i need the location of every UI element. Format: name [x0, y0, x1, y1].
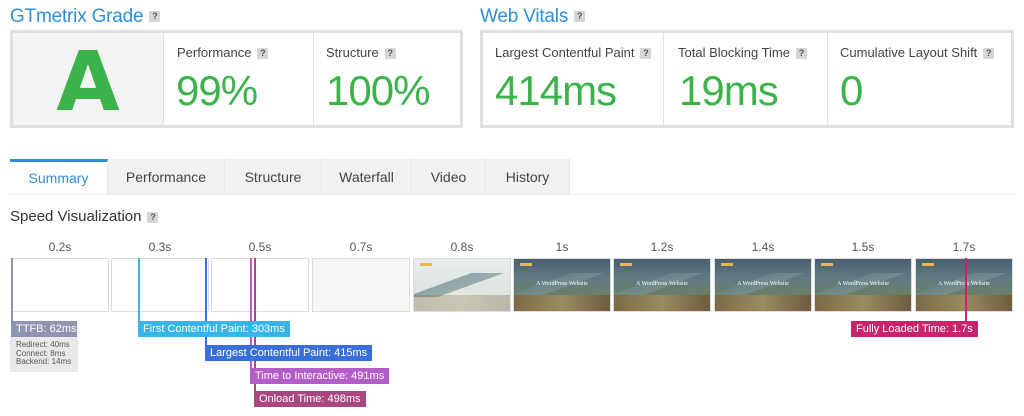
fully-loaded-marker: Fully Loaded Time: 1.7s: [851, 321, 978, 337]
onload-marker: Onload Time: 498ms: [254, 391, 366, 407]
structure-label: Structure?: [326, 45, 396, 60]
performance-label: Performance?: [177, 45, 269, 60]
logo-badge: [420, 263, 432, 266]
lcp-label-text: Largest Contentful Paint: [495, 45, 635, 60]
web-vitals-title-text: Web Vitals: [480, 6, 569, 27]
performance-label-text: Performance: [177, 45, 252, 60]
backend-time: Backend: 14ms: [16, 357, 72, 366]
cls-value: 0: [840, 67, 863, 114]
ttfb-line: [11, 258, 13, 321]
tab-performance[interactable]: Performance: [108, 159, 225, 194]
help-icon[interactable]: ?: [149, 11, 161, 23]
web-vitals-panel: Largest Contentful Paint? 414ms Total Bl…: [480, 30, 1014, 128]
filmstrip-frame[interactable]: A WordPress Website: [613, 258, 711, 312]
tbt-label-text: Total Blocking Time: [678, 45, 790, 60]
tbt-value: 19ms: [679, 67, 779, 114]
tab-video[interactable]: Video: [412, 159, 486, 194]
time-label: 0.8s: [450, 240, 474, 254]
frame-headline: A WordPress Website: [536, 281, 588, 287]
help-icon[interactable]: ?: [640, 48, 652, 60]
frame-headline: A WordPress Website: [938, 281, 990, 287]
frame-headline: A WordPress Website: [636, 281, 688, 287]
filmstrip-frame[interactable]: [111, 258, 209, 312]
help-icon[interactable]: ?: [384, 48, 396, 60]
time-label: 1s: [555, 240, 569, 254]
structure-label-text: Structure: [326, 45, 379, 60]
frame-headline: A WordPress Website: [837, 281, 889, 287]
grade-letter: A: [56, 35, 120, 130]
logo-badge: [821, 263, 833, 266]
tab-structure[interactable]: Structure: [225, 159, 322, 194]
tab-waterfall[interactable]: Waterfall: [322, 159, 412, 194]
lcp-marker: Largest Contentful Paint: 415ms: [205, 345, 373, 361]
lcp-label: Largest Contentful Paint?: [495, 45, 652, 60]
cls-label-text: Cumulative Layout Shift: [840, 45, 978, 60]
web-vitals-title: Web Vitals?: [480, 6, 586, 28]
logo-badge: [520, 263, 532, 266]
fully-loaded-line: [965, 258, 967, 321]
grade-letter-cell: A: [13, 33, 163, 130]
ttfb-details: Redirect: 40ms Connect: 8ms Backend: 14m…: [10, 337, 78, 372]
filmstrip-frame[interactable]: A WordPress Website: [714, 258, 812, 312]
cls-label: Cumulative Layout Shift?: [840, 45, 995, 60]
speed-visualization-title-text: Speed Visualization: [10, 208, 142, 225]
performance-value: 99%: [176, 67, 258, 114]
tab-history[interactable]: History: [486, 159, 570, 194]
fcp-marker: First Contentful Paint: 303ms: [138, 321, 290, 337]
time-label: 1.2s: [650, 240, 674, 254]
filmstrip-frame[interactable]: A WordPress Website: [915, 258, 1013, 312]
frame-headline: A WordPress Website: [737, 281, 789, 287]
logo-badge: [922, 263, 934, 266]
lcp-value: 414ms: [495, 67, 617, 114]
filmstrip-frame[interactable]: [11, 258, 109, 312]
time-label: 0.7s: [349, 240, 373, 254]
time-label: 1.5s: [851, 240, 875, 254]
time-label: 1.4s: [751, 240, 775, 254]
fcp-line: [138, 258, 140, 321]
structure-value: 100%: [326, 67, 430, 114]
gtmetrix-grade-title: GTmetrix Grade?: [10, 6, 161, 28]
filmstrip-frame[interactable]: [413, 258, 511, 312]
logo-badge: [620, 263, 632, 266]
time-label: 0.5s: [248, 240, 272, 254]
grade-panel: A Performance? 99% Structure? 100%: [10, 30, 463, 130]
ttfb-marker: TTFB: 62ms: [11, 321, 77, 337]
help-icon[interactable]: ?: [147, 211, 159, 223]
filmstrip-frame[interactable]: [312, 258, 410, 312]
speed-visualization-title: Speed Visualization?: [10, 208, 159, 225]
help-icon[interactable]: ?: [796, 48, 807, 60]
time-label: 0.2s: [48, 240, 72, 254]
filmstrip-frame[interactable]: A WordPress Website: [513, 258, 611, 312]
gtmetrix-grade-title-text: GTmetrix Grade: [10, 6, 144, 27]
time-label: 1.7s: [952, 240, 976, 254]
tab-summary[interactable]: Summary: [10, 159, 108, 194]
filmstrip-frame[interactable]: A WordPress Website: [814, 258, 912, 312]
tbt-label: Total Blocking Time?: [678, 45, 807, 60]
help-icon[interactable]: ?: [574, 11, 586, 23]
tti-marker: Time to Interactive: 491ms: [250, 368, 390, 384]
logo-badge: [721, 263, 733, 266]
time-label: 0.3s: [148, 240, 172, 254]
help-icon[interactable]: ?: [983, 48, 995, 60]
help-icon[interactable]: ?: [257, 48, 269, 60]
filmstrip-frame[interactable]: [211, 258, 309, 312]
